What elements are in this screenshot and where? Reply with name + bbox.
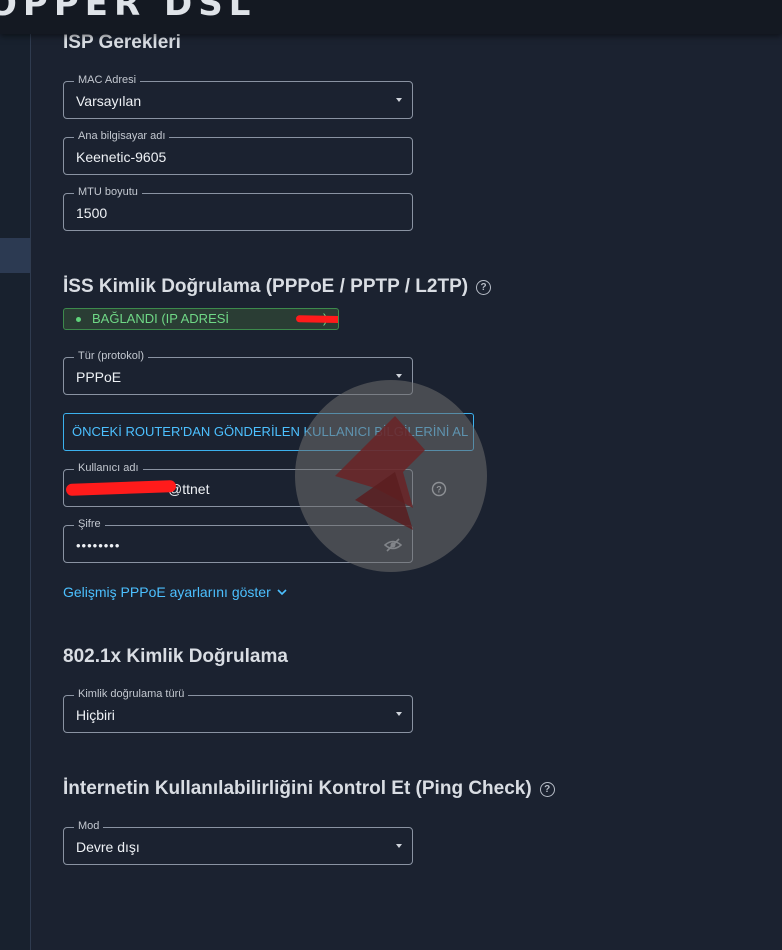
auth-type-select[interactable]: Kimlik doğrulama türü Hiçbiri [63,688,413,733]
advanced-pppoe-text: Gelişmiş PPPoE ayarlarını göster [63,584,271,600]
section-title-dot1x: 802.1x Kimlik Doğrulama [63,646,288,667]
ping-mode-label: Mod [74,820,104,832]
mac-address-select[interactable]: MAC Adresi Varsayılan [63,74,413,119]
brand-logo: OPPER DSL [0,0,257,24]
section-title-ping: İnternetin Kullanılabilirliğini Kontrol … [63,778,555,800]
advanced-pppoe-link[interactable]: Gelişmiş PPPoE ayarlarını göster [63,584,287,600]
redaction-mark [295,315,338,324]
password-label: Şifre [74,518,105,530]
hostname-label: Ana bilgisayar adı [74,130,170,142]
dropdown-caret-icon [396,374,402,378]
help-icon[interactable]: ? [539,782,555,797]
hostname-input[interactable]: Ana bilgisayar adı Keenetic-9605 [63,130,413,175]
auth-heading-text: İSS Kimlik Doğrulama (PPPoE / PPTP / L2T… [63,276,469,297]
auth-type-label: Kimlik doğrulama türü [74,688,189,700]
chevron-down-icon [277,589,287,596]
dropdown-caret-icon [396,712,402,716]
protocol-label: Tür (protokol) [74,350,149,362]
help-icon[interactable]: ? [476,280,492,295]
password-value: •••••••• [76,538,121,553]
mac-address-value: Varsayılan [76,93,142,109]
username-label: Kullanıcı adı [74,462,143,474]
ping-mode-select[interactable]: Mod Devre dışı [63,820,413,865]
mtu-input[interactable]: MTU boyutu 1500 [63,186,413,231]
dropdown-caret-icon [396,98,402,102]
sidebar-item-active[interactable] [0,238,30,273]
hostname-value: Keenetic-9605 [76,149,167,165]
status-dot-icon [76,317,81,322]
mtu-value: 1500 [76,205,108,221]
status-text: BAĞLANDI (IP ADRESİ [92,311,230,326]
mac-address-label: MAC Adresi [74,74,141,86]
sidebar [0,34,30,950]
mtu-label: MTU boyutu [74,186,142,198]
protocol-value: PPPoE [76,369,122,385]
watermark-logo [295,380,487,572]
dropdown-caret-icon [396,844,402,848]
auth-type-value: Hiçbiri [76,707,115,723]
ping-mode-value: Devre dışı [76,839,140,855]
section-title-auth: İSS Kimlik Doğrulama (PPPoE / PPTP / L2T… [63,276,492,298]
section-title-isp: ISP Gerekleri [63,32,181,53]
connection-status-badge: BAĞLANDI (IP ADRESİ) [63,308,339,330]
watermark-arrow-icon [335,416,425,530]
top-bar: OPPER DSL [0,0,782,34]
ping-heading-text: İnternetin Kullanılabilirliğini Kontrol … [63,778,532,799]
